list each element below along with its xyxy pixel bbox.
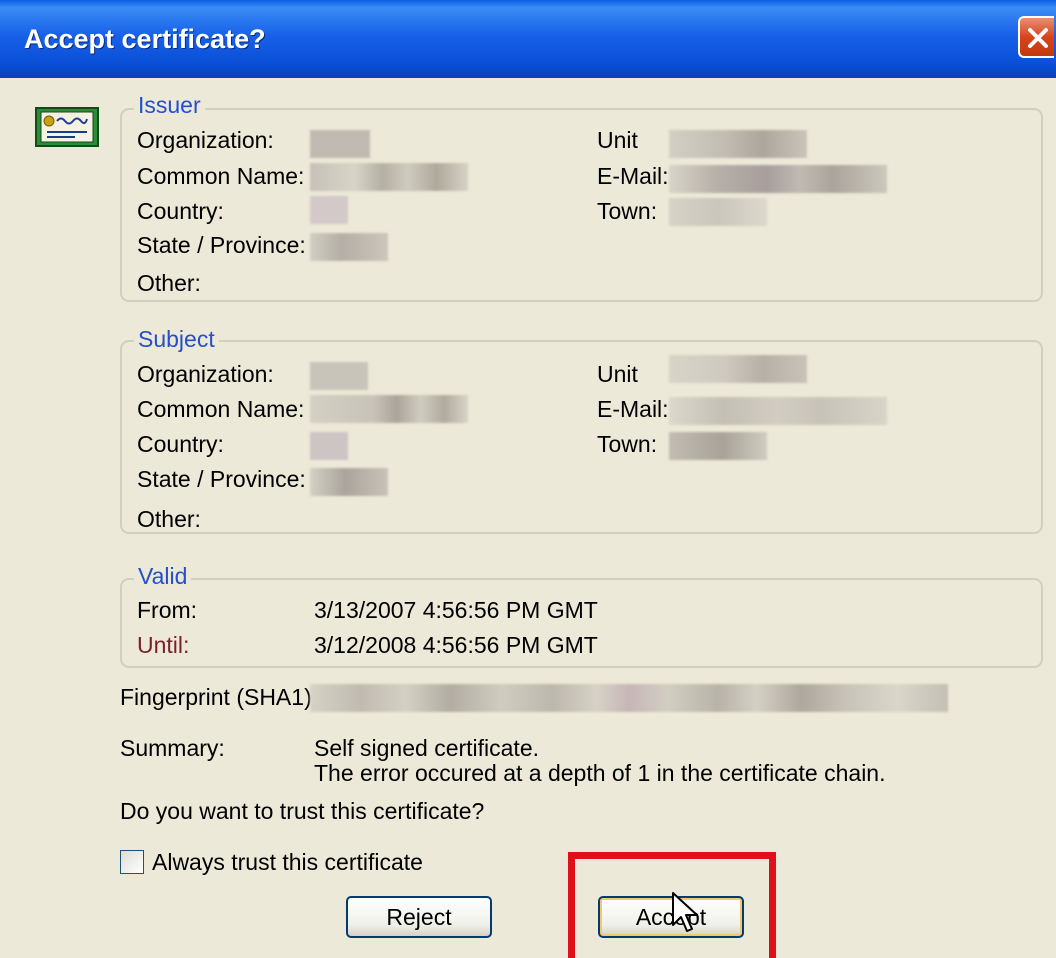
subject-email-value (669, 397, 887, 425)
always-trust-checkbox[interactable] (120, 850, 144, 874)
subject-legend: Subject (134, 326, 219, 353)
certificate-dialog: Accept certificate? Issuer Organization:… (0, 0, 1056, 958)
fingerprint-label: Fingerprint (SHA1): (120, 684, 319, 710)
subject-organization-label: Organization: (137, 361, 274, 387)
subject-town-label: Town: (597, 431, 658, 457)
issuer-email-value (669, 165, 887, 193)
close-icon (1028, 28, 1048, 48)
issuer-common-name-value (310, 163, 468, 191)
title-bar[interactable]: Accept certificate? (0, 0, 1056, 78)
valid-until-label: Until: (137, 632, 190, 658)
subject-state-label: State / Province: (137, 466, 306, 492)
certificate-icon (35, 107, 99, 147)
issuer-other-label: Other: (137, 270, 201, 296)
trust-question: Do you want to trust this certificate? (120, 798, 485, 824)
issuer-town-value (669, 198, 767, 226)
issuer-state-label: State / Province: (137, 232, 306, 258)
valid-from-label: From: (137, 597, 198, 623)
issuer-organization-value (310, 130, 370, 158)
subject-email-label: E-Mail: (597, 396, 669, 422)
subject-country-value (310, 432, 348, 460)
valid-legend: Valid (134, 563, 192, 590)
issuer-email-label: E-Mail: (597, 163, 669, 189)
summary-label: Summary: (120, 735, 225, 761)
issuer-legend: Issuer (134, 92, 205, 119)
issuer-unit-value (669, 130, 807, 158)
subject-country-label: Country: (137, 431, 224, 457)
subject-state-value (310, 468, 388, 496)
subject-common-name-label: Common Name: (137, 396, 305, 422)
issuer-state-value (310, 233, 388, 261)
issuer-town-label: Town: (597, 198, 658, 224)
mouse-pointer-icon (672, 892, 698, 932)
always-trust-label[interactable]: Always trust this certificate (152, 849, 423, 876)
subject-unit-value (669, 355, 807, 383)
subject-town-value (669, 432, 767, 460)
dialog-title: Accept certificate? (24, 24, 266, 54)
issuer-country-value (310, 196, 348, 224)
subject-common-name-value (310, 395, 468, 423)
fingerprint-value (310, 684, 948, 712)
close-button[interactable] (1018, 16, 1054, 58)
subject-other-label: Other: (137, 506, 201, 532)
subject-unit-label: Unit (597, 361, 638, 387)
issuer-country-label: Country: (137, 198, 224, 224)
valid-from-value: 3/13/2007 4:56:56 PM GMT (314, 597, 598, 623)
issuer-common-name-label: Common Name: (137, 163, 305, 189)
summary-line-1: Self signed certificate. (314, 735, 540, 761)
summary-line-2: The error occured at a depth of 1 in the… (314, 760, 886, 786)
issuer-unit-label: Unit (597, 127, 638, 153)
reject-button[interactable]: Reject (346, 896, 492, 938)
valid-until-value: 3/12/2008 4:56:56 PM GMT (314, 632, 598, 658)
issuer-organization-label: Organization: (137, 127, 274, 153)
subject-organization-value (310, 362, 368, 390)
